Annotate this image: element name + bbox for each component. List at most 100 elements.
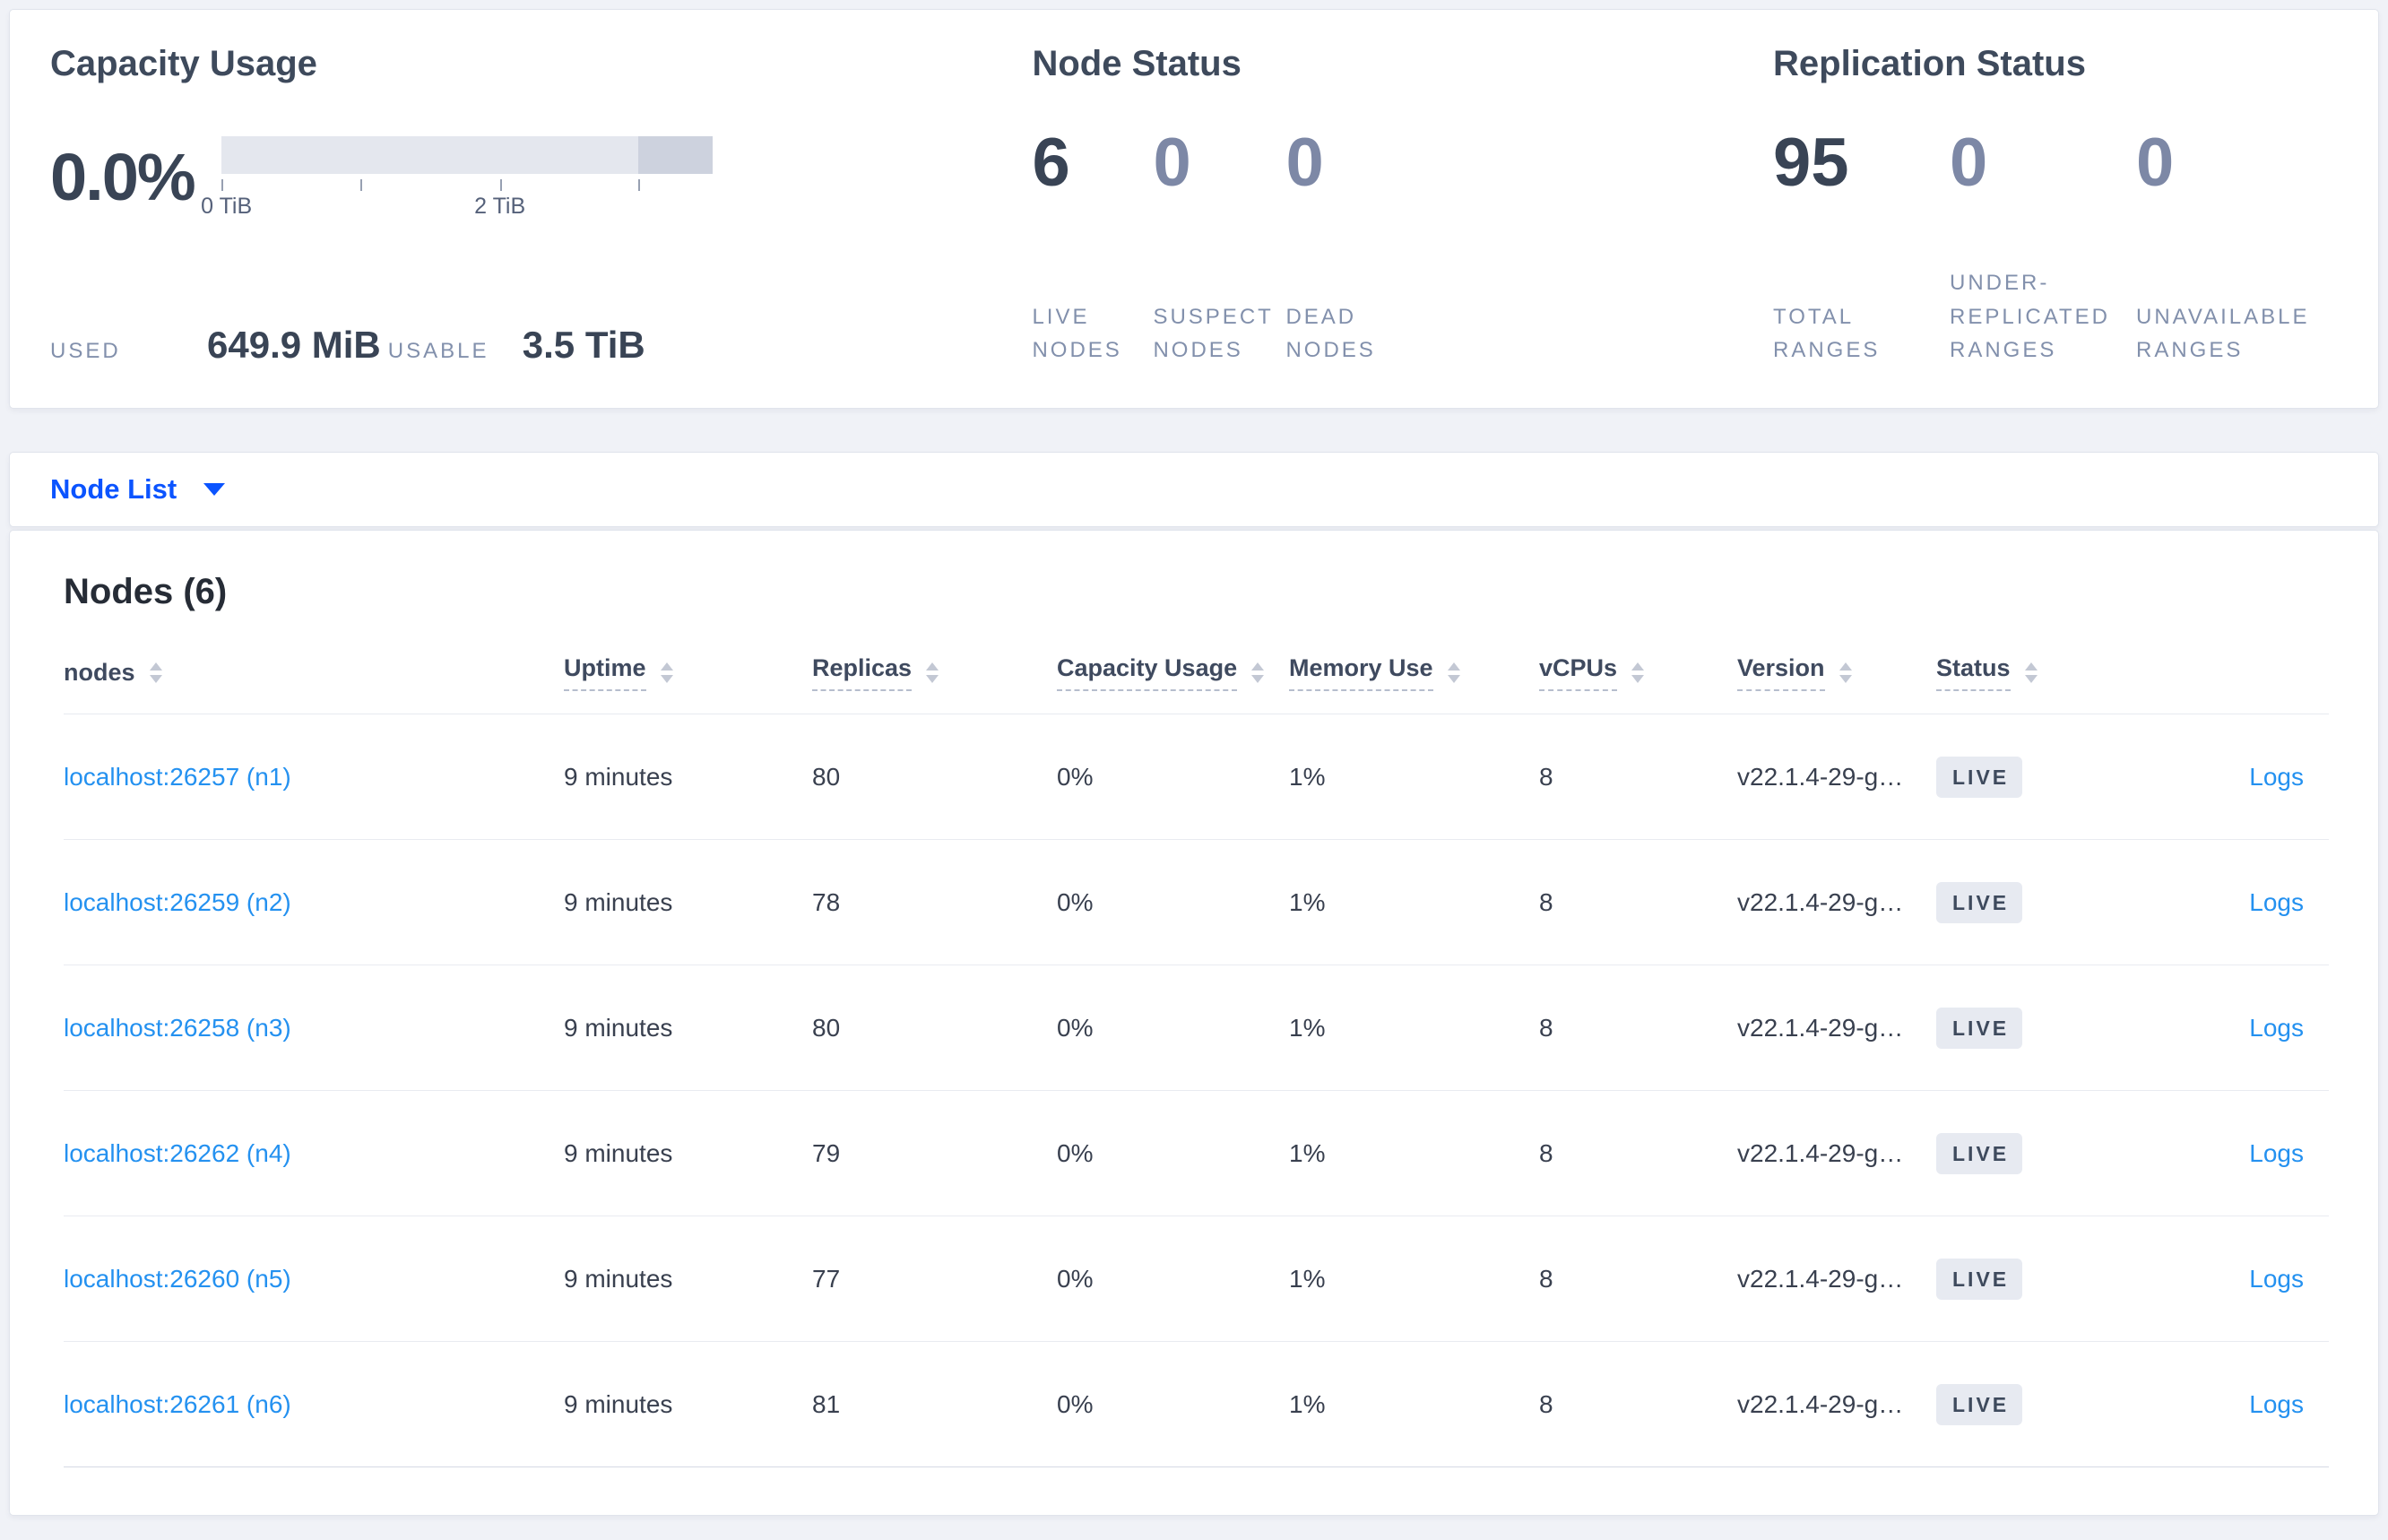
under-replicated-ranges-label: UNDER-REPLICATED RANGES bbox=[1950, 271, 2110, 362]
version-cell: v22.1.4-29-g… bbox=[1737, 1264, 1904, 1293]
capacity-percent: 0.0% bbox=[50, 139, 196, 214]
logs-link[interactable]: Logs bbox=[2249, 888, 2304, 916]
sort-icon bbox=[1447, 662, 1460, 683]
capacity-bar-ticks bbox=[221, 174, 713, 194]
capacity-usage-title: Capacity Usage bbox=[50, 44, 317, 83]
version-cell: v22.1.4-29-g… bbox=[1737, 762, 1904, 791]
logs-link[interactable]: Logs bbox=[2249, 1014, 2304, 1042]
sort-icon bbox=[660, 662, 673, 683]
replicas-cell: 80 bbox=[812, 1013, 841, 1042]
table-row: localhost:26259 (n2) 9 minutes 78 0% 1% … bbox=[64, 840, 2329, 965]
unavailable-ranges-label: UNAVAILABLE RANGES bbox=[2136, 304, 2310, 362]
node-list-dropdown[interactable]: Node List bbox=[50, 473, 226, 506]
column-header-status[interactable]: Status bbox=[1936, 654, 2142, 691]
version-cell: v22.1.4-29-g… bbox=[1737, 1138, 1904, 1167]
uptime-cell: 9 minutes bbox=[564, 762, 673, 791]
suspect-nodes-stat: 0 SUSPECT NODES bbox=[1153, 129, 1285, 367]
replicas-cell: 79 bbox=[812, 1138, 841, 1167]
capacity-usage-panel: Capacity Usage 0.0% 0 TiB 2 TiB USED 649… bbox=[50, 44, 1023, 367]
total-ranges-stat: 95 TOTAL RANGES bbox=[1773, 129, 1950, 367]
sort-icon bbox=[1631, 662, 1645, 683]
node-link[interactable]: localhost:26260 (n5) bbox=[64, 1265, 291, 1293]
logs-link[interactable]: Logs bbox=[2249, 1265, 2304, 1293]
uptime-cell: 9 minutes bbox=[564, 887, 673, 916]
nodes-table-card: Nodes (6) nodes Uptime Replicas Capacity… bbox=[9, 530, 2379, 1516]
tick-label-0tib: 0 TiB bbox=[201, 194, 253, 219]
logs-link[interactable]: Logs bbox=[2249, 1390, 2304, 1418]
dead-nodes-value: 0 bbox=[1285, 125, 1324, 201]
column-header-capacity-usage[interactable]: Capacity Usage bbox=[1057, 654, 1289, 691]
usable-value: 3.5 TiB bbox=[522, 324, 645, 366]
memory-cell: 1% bbox=[1289, 1013, 1326, 1042]
status-badge: LIVE bbox=[1936, 1258, 2023, 1300]
replicas-cell: 80 bbox=[812, 762, 841, 791]
status-badge: LIVE bbox=[1936, 1383, 2023, 1425]
cluster-summary-card: Capacity Usage 0.0% 0 TiB 2 TiB USED 649… bbox=[9, 9, 2379, 409]
capacity-cell: 0% bbox=[1057, 1389, 1094, 1418]
capacity-usage-footer: USED 649.9 MiB USABLE 3.5 TiB bbox=[50, 324, 1023, 367]
node-status-title: Node Status bbox=[1032, 44, 1242, 83]
table-row: localhost:26262 (n4) 9 minutes 79 0% 1% … bbox=[64, 1091, 2329, 1216]
vcpus-cell: 8 bbox=[1539, 1138, 1553, 1167]
column-header-nodes[interactable]: nodes bbox=[64, 659, 564, 687]
node-link[interactable]: localhost:26258 (n3) bbox=[64, 1014, 291, 1042]
node-link[interactable]: localhost:26259 (n2) bbox=[64, 888, 291, 916]
capacity-bar bbox=[221, 136, 713, 174]
column-header-memory-use[interactable]: Memory Use bbox=[1289, 654, 1539, 691]
live-nodes-value: 6 bbox=[1032, 125, 1070, 201]
node-list-dropdown-label: Node List bbox=[50, 473, 177, 505]
tick-label-2tib: 2 TiB bbox=[474, 194, 526, 219]
nodes-table-title: Nodes (6) bbox=[64, 572, 228, 611]
capacity-cell: 0% bbox=[1057, 1264, 1094, 1293]
suspect-nodes-label: SUSPECT NODES bbox=[1153, 304, 1274, 362]
sort-icon bbox=[1251, 662, 1265, 683]
table-row: localhost:26258 (n3) 9 minutes 80 0% 1% … bbox=[64, 965, 2329, 1091]
capacity-cell: 0% bbox=[1057, 1013, 1094, 1042]
capacity-cell: 0% bbox=[1057, 887, 1094, 916]
nodes-table-header: nodes Uptime Replicas Capacity Usage Mem… bbox=[64, 632, 2329, 714]
capacity-gauge: 0.0% 0 TiB 2 TiB bbox=[50, 131, 1023, 222]
replicas-cell: 78 bbox=[812, 887, 841, 916]
column-header-uptime[interactable]: Uptime bbox=[564, 654, 812, 691]
column-header-version[interactable]: Version bbox=[1737, 654, 1936, 691]
capacity-cell: 0% bbox=[1057, 762, 1094, 791]
node-link[interactable]: localhost:26261 (n6) bbox=[64, 1390, 291, 1418]
under-replicated-ranges-value: 0 bbox=[1950, 125, 1988, 201]
version-cell: v22.1.4-29-g… bbox=[1737, 887, 1904, 916]
node-status-panel: Node Status 6 LIVE NODES 0 SUSPECT NODES… bbox=[1023, 44, 1764, 367]
node-list-bar: Node List bbox=[9, 452, 2379, 527]
logs-link[interactable]: Logs bbox=[2249, 763, 2304, 791]
sort-icon bbox=[149, 662, 162, 683]
suspect-nodes-value: 0 bbox=[1153, 125, 1191, 201]
total-ranges-label: TOTAL RANGES bbox=[1773, 304, 1881, 362]
usable-label: USABLE bbox=[387, 339, 489, 363]
under-replicated-ranges-stat: 0 UNDER-REPLICATED RANGES bbox=[1950, 129, 2136, 367]
vcpus-cell: 8 bbox=[1539, 887, 1553, 916]
logs-link[interactable]: Logs bbox=[2249, 1139, 2304, 1167]
sort-icon bbox=[1839, 662, 1852, 683]
status-badge: LIVE bbox=[1936, 756, 2023, 798]
status-badge: LIVE bbox=[1936, 1132, 2023, 1174]
memory-cell: 1% bbox=[1289, 1389, 1326, 1418]
table-row: localhost:26257 (n1) 9 minutes 80 0% 1% … bbox=[64, 714, 2329, 840]
node-link[interactable]: localhost:26262 (n4) bbox=[64, 1139, 291, 1167]
table-row: localhost:26261 (n6) 9 minutes 81 0% 1% … bbox=[64, 1342, 2329, 1467]
dead-nodes-label: DEAD NODES bbox=[1285, 304, 1376, 362]
sort-icon bbox=[926, 662, 939, 683]
vcpus-cell: 8 bbox=[1539, 762, 1553, 791]
sort-icon bbox=[2024, 662, 2038, 683]
uptime-cell: 9 minutes bbox=[564, 1013, 673, 1042]
live-nodes-stat: 6 LIVE NODES bbox=[1032, 129, 1153, 367]
version-cell: v22.1.4-29-g… bbox=[1737, 1389, 1904, 1418]
status-badge: LIVE bbox=[1936, 881, 2023, 923]
node-link[interactable]: localhost:26257 (n1) bbox=[64, 763, 291, 791]
uptime-cell: 9 minutes bbox=[564, 1389, 673, 1418]
dead-nodes-stat: 0 DEAD NODES bbox=[1285, 129, 1438, 367]
column-header-vcpus[interactable]: vCPUs bbox=[1539, 654, 1737, 691]
vcpus-cell: 8 bbox=[1539, 1013, 1553, 1042]
capacity-cell: 0% bbox=[1057, 1138, 1094, 1167]
replication-status-title: Replication Status bbox=[1773, 44, 2086, 83]
replicas-cell: 81 bbox=[812, 1389, 841, 1418]
column-header-replicas[interactable]: Replicas bbox=[812, 654, 1057, 691]
uptime-cell: 9 minutes bbox=[564, 1138, 673, 1167]
